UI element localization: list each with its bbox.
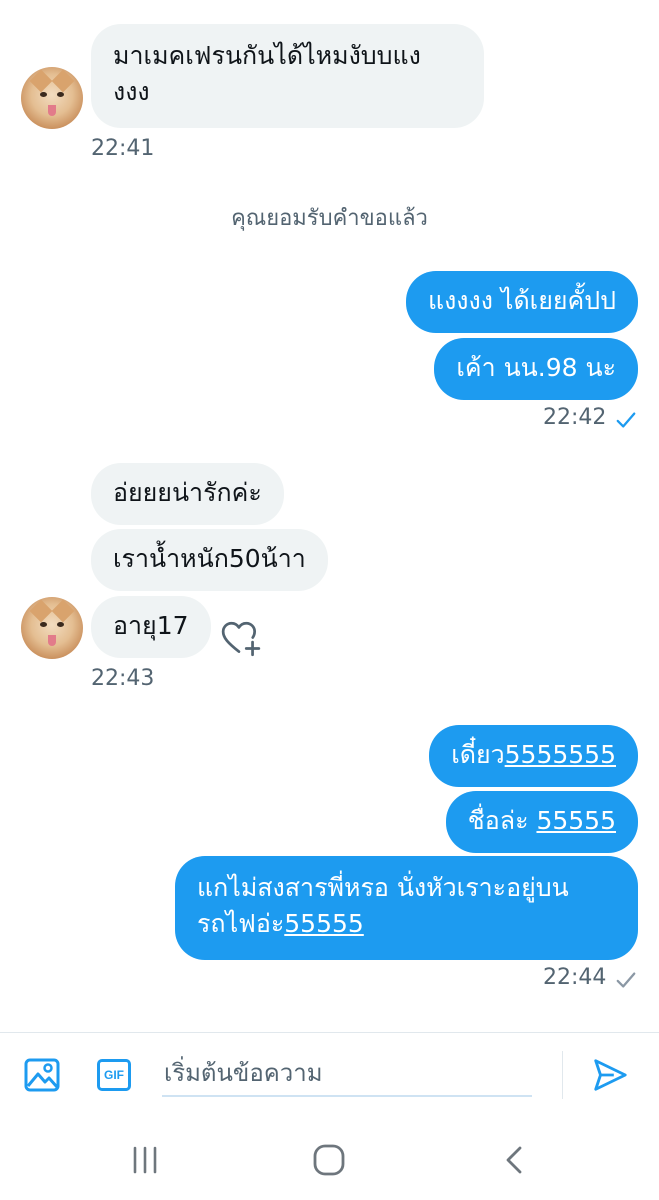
sender-avatar[interactable] [21, 597, 83, 659]
sender-avatar[interactable] [21, 67, 83, 129]
message-text: ชื่อล่ะ [467, 806, 537, 835]
message-input[interactable] [162, 1051, 532, 1097]
outgoing-message-bubble[interactable]: เค้า นน.98 นะ [434, 338, 638, 400]
system-navigation-bar [0, 1116, 659, 1200]
message-timestamp: 22:44 [543, 965, 607, 990]
home-icon[interactable] [312, 1143, 346, 1177]
outgoing-message-bubble[interactable]: เดี๋ยว5555555 [429, 725, 638, 787]
message-text: รถไฟอ่ะ [197, 909, 285, 938]
image-icon [24, 1058, 60, 1092]
recents-icon[interactable] [130, 1145, 160, 1175]
message-link[interactable]: 55555 [536, 806, 616, 835]
check-icon [616, 412, 636, 428]
back-icon[interactable] [500, 1145, 530, 1175]
message-composer: GIF [0, 1032, 659, 1116]
message-text: เราน้ำหนัก50น้าา [113, 544, 306, 573]
incoming-message-bubble[interactable]: อ่ยยยน่ารักค่ะ [91, 463, 284, 525]
gif-icon: GIF [97, 1059, 131, 1091]
message-link[interactable]: 5555555 [505, 740, 616, 769]
message-timestamp: 22:42 [543, 405, 607, 430]
message-text-line: แกไม่สงสารพี่หรอ นั่งหัวเราะอยู่บน [197, 873, 569, 902]
message-text-line: มาเมคเฟรนกันได้ไหมงับบแง [113, 41, 421, 70]
message-text: แงงงง ได้เยยคั้ปป [427, 286, 616, 315]
heart-plus-icon[interactable] [220, 618, 262, 660]
message-timestamp: 22:41 [91, 136, 155, 161]
composer-divider [562, 1051, 563, 1099]
incoming-message-bubble[interactable]: อายุ17 [91, 596, 211, 658]
message-link[interactable]: 55555 [284, 909, 364, 938]
add-image-button[interactable] [22, 1055, 62, 1095]
outgoing-message-bubble[interactable]: ชื่อล่ะ 55555 [445, 791, 638, 853]
send-button[interactable] [588, 1053, 632, 1097]
request-accepted-notice: คุณยอมรับคำขอแล้ว [231, 206, 428, 231]
outgoing-message-bubble[interactable]: แงงงง ได้เยยคั้ปป [405, 271, 638, 333]
add-gif-button[interactable]: GIF [94, 1057, 134, 1093]
message-text: อายุ17 [113, 611, 189, 640]
message-text: อ่ยยยน่ารักค่ะ [113, 478, 262, 507]
incoming-message-bubble[interactable]: เราน้ำหนัก50น้าา [91, 529, 328, 591]
check-icon [616, 972, 636, 988]
outgoing-message-bubble[interactable]: แกไม่สงสารพี่หรอ นั่งหัวเราะอยู่บน รถไฟอ… [175, 856, 638, 960]
message-timestamp: 22:43 [91, 666, 155, 691]
send-icon [594, 1059, 627, 1091]
message-text: เดี๋ยว [451, 740, 505, 769]
dm-conversation-screen: มาเมคเฟรนกันได้ไหมงับบแง งงง 22:41 คุณยอ… [0, 0, 659, 1200]
message-text-line: งงง [113, 77, 150, 106]
message-text: เค้า นน.98 นะ [456, 353, 616, 382]
incoming-message-bubble[interactable]: มาเมคเฟรนกันได้ไหมงับบแง งงง [91, 24, 484, 128]
